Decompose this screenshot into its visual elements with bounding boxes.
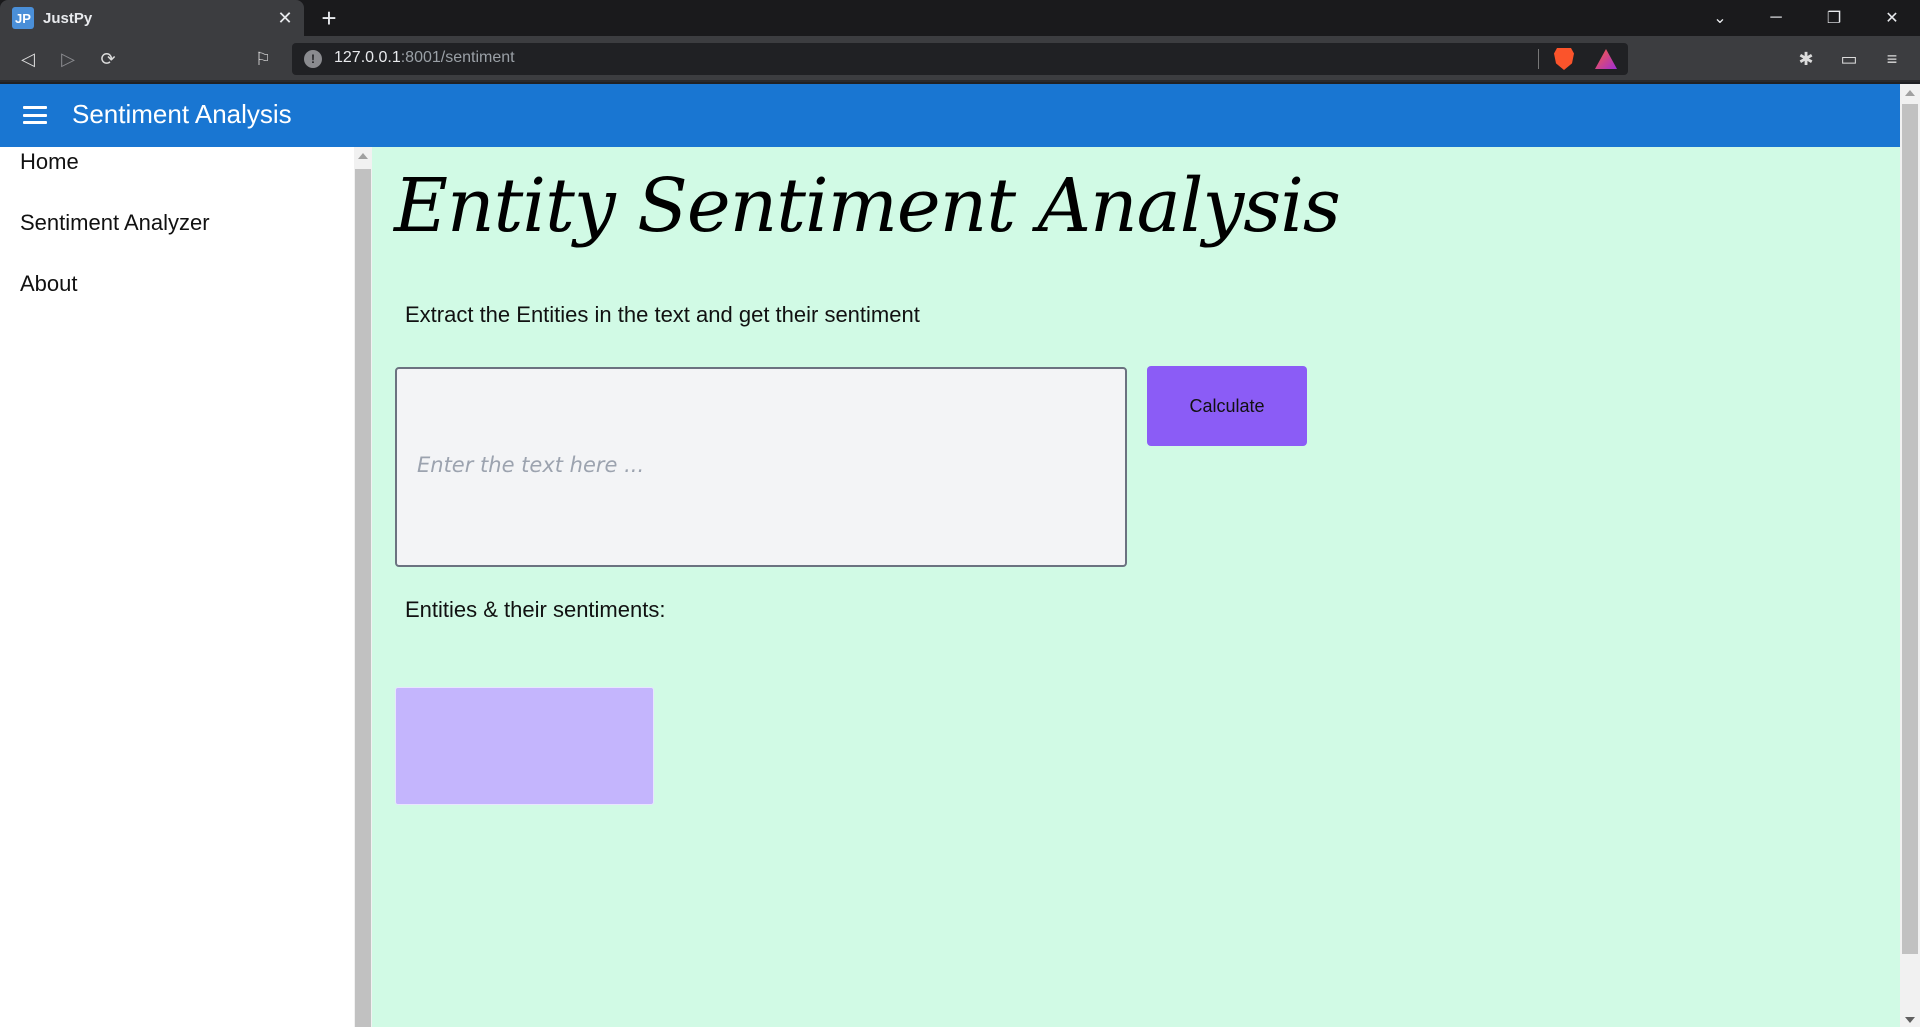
scrollbar-thumb[interactable] xyxy=(355,169,371,1027)
text-input[interactable] xyxy=(395,367,1127,567)
favicon-icon: JP xyxy=(12,7,34,29)
drawer-item-about[interactable]: About xyxy=(20,271,78,297)
results-label: Entities & their sentiments: xyxy=(405,597,666,622)
bookmark-icon[interactable]: ⚐ xyxy=(251,47,275,71)
app-bar: Sentiment Analysis xyxy=(0,84,1900,147)
navigation-drawer: Home Sentiment Analyzer About xyxy=(0,147,354,1027)
drawer-scrollbar[interactable] xyxy=(354,147,372,1027)
page-heading: Entity Sentiment Analysis xyxy=(394,163,1341,249)
app-title: Sentiment Analysis xyxy=(72,99,292,129)
hamburger-menu-icon[interactable] xyxy=(23,106,47,124)
brave-shields-icon[interactable] xyxy=(1554,48,1574,70)
address-bar[interactable]: ! 127.0.0.1:8001/sentiment xyxy=(292,43,1628,75)
browser-tab-strip: JP JustPy ✕ + ⌄ ─ ❐ ✕ xyxy=(0,0,1920,36)
close-window-button[interactable]: ✕ xyxy=(1864,0,1920,36)
extensions-icon[interactable]: ✱ xyxy=(1794,47,1818,71)
minimize-button[interactable]: ─ xyxy=(1748,0,1804,36)
browser-tab[interactable]: JP JustPy ✕ xyxy=(0,0,304,36)
url-text: 127.0.0.1:8001/sentiment xyxy=(334,49,515,67)
drawer-item-sentiment-analyzer[interactable]: Sentiment Analyzer xyxy=(20,210,210,236)
main-content: Entity Sentiment Analysis Extract the En… xyxy=(372,147,1900,1027)
calculate-button[interactable]: Calculate xyxy=(1147,366,1307,446)
page: Sentiment Analysis Home Sentiment Analyz… xyxy=(0,84,1920,1027)
url-path: :8001/sentiment xyxy=(400,49,515,66)
url-host: 127.0.0.1 xyxy=(334,49,401,66)
scroll-down-arrow-icon[interactable] xyxy=(1905,1017,1915,1023)
omnibox-divider xyxy=(1538,49,1539,69)
close-tab-icon[interactable]: ✕ xyxy=(274,7,296,29)
scroll-up-arrow-icon[interactable] xyxy=(358,153,368,159)
wallet-icon[interactable]: ▭ xyxy=(1837,47,1861,71)
page-subtitle: Extract the Entities in the text and get… xyxy=(405,302,920,327)
page-scrollbar[interactable] xyxy=(1900,84,1920,1027)
drawer-item-home[interactable]: Home xyxy=(20,149,79,175)
reload-icon[interactable]: ⟳ xyxy=(96,47,120,71)
menu-icon[interactable]: ≡ xyxy=(1880,47,1904,71)
brave-rewards-icon[interactable] xyxy=(1595,49,1617,69)
tab-search-icon[interactable]: ⌄ xyxy=(1692,0,1748,36)
forward-icon[interactable]: ▷ xyxy=(56,47,80,71)
results-box xyxy=(395,687,654,805)
browser-toolbar: ◁ ▷ ⟳ ⚐ ! 127.0.0.1:8001/sentiment ✱ ▭ ≡ xyxy=(0,36,1920,82)
new-tab-button[interactable]: + xyxy=(316,3,342,33)
scrollbar-thumb[interactable] xyxy=(1902,104,1918,954)
restore-button[interactable]: ❐ xyxy=(1806,0,1862,36)
site-info-icon[interactable]: ! xyxy=(304,50,322,68)
scroll-up-arrow-icon[interactable] xyxy=(1905,90,1915,96)
back-icon[interactable]: ◁ xyxy=(16,47,40,71)
tab-title: JustPy xyxy=(43,9,93,27)
